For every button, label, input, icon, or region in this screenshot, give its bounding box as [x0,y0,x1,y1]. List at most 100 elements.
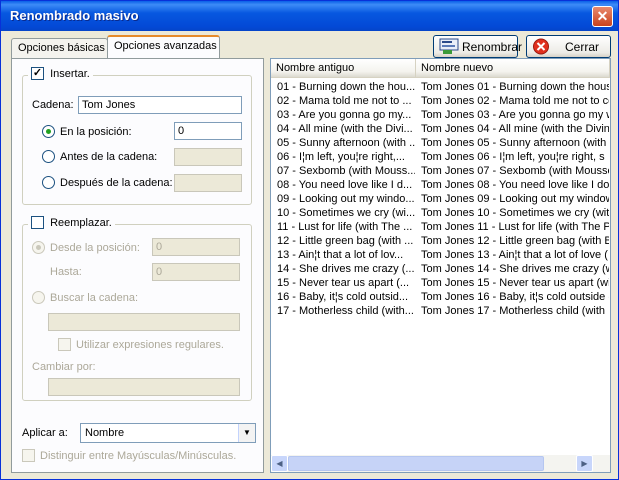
rename-button[interactable]: Renombrar [433,35,522,58]
table-row[interactable]: 13 - Ain¦t that a lot of lov... Tom Jones… [271,248,610,262]
apply-to-label: Aplicar a: [22,427,68,439]
new-name-cell: Tom Jones 10 - Sometimes we cry (with [421,207,609,219]
to-label: Hasta: [50,266,82,278]
replace-with-label: Cambiar por: [32,361,96,373]
from-position-input[interactable]: 0 [152,238,240,256]
table-row[interactable]: 05 - Sunny afternoon (with ... Tom Jones … [271,136,610,150]
table-row[interactable]: 15 - Never tear us apart (... Tom Jones 1… [271,276,610,290]
file-list-view[interactable]: Nombre antiguo Nombre nuevo 01 - Burning… [270,58,611,473]
table-row[interactable]: 09 - Looking out my windo... Tom Jones 09… [271,192,610,206]
new-name-cell: Tom Jones 03 - Are you gonna go my w [421,109,609,121]
old-name-cell: 10 - Sometimes we cry (wi... [277,207,415,219]
old-name-cell: 02 - Mama told me not to ... [277,95,412,107]
old-name-cell: 11 - Lust for life (with The ... [277,221,413,233]
old-name-cell: 07 - Sexbomb (with Mouss... [277,165,415,177]
after-string-input[interactable] [174,174,242,192]
horizontal-scroll-thumb[interactable] [288,456,544,471]
column-header-new-name[interactable]: Nombre nuevo [416,59,610,78]
table-row[interactable]: 01 - Burning down the hou... Tom Jones 01… [271,80,610,94]
insert-label: Insertar. [50,67,90,80]
list-header: Nombre antiguo Nombre nuevo [271,59,610,78]
insert-toggle[interactable]: ✓ Insertar. [28,67,93,80]
old-name-cell: 13 - Ain¦t that a lot of lov... [277,249,404,261]
new-name-cell: Tom Jones 07 - Sexbomb (with Mousse [421,165,609,177]
old-name-cell: 08 - You need love like I d... [277,179,413,191]
tab-opciones-basicas[interactable]: Opciones básicas [11,38,108,58]
table-row[interactable]: 02 - Mama told me not to ... Tom Jones 02… [271,94,610,108]
apply-to-select[interactable]: Nombre ▼ [80,423,256,443]
old-name-cell: 12 - Little green bag (with ... [277,235,414,247]
case-sensitive-label: Distinguir entre Mayúsculas/Minúsculas. [40,450,237,462]
string-input[interactable]: Tom Jones [78,96,242,114]
table-row[interactable]: 17 - Motherless child (with... Tom Jones … [271,304,610,318]
tab-panel: ✓ Insertar. Cadena: Tom Jones En la posi… [11,58,264,473]
chevron-down-icon[interactable]: ▼ [238,424,255,442]
tab-opciones-avanzadas[interactable]: Opciones avanzadas [107,35,220,58]
before-string-input[interactable] [174,148,242,166]
table-row[interactable]: 08 - You need love like I d... Tom Jones … [271,178,610,192]
window-title: Renombrado masivo [10,8,139,23]
table-row[interactable]: 07 - Sexbomb (with Mouss... Tom Jones 07 … [271,164,610,178]
old-name-cell: 03 - Are you gonna go my... [277,109,412,121]
new-name-cell: Tom Jones 16 - Baby, it¦s cold outside ( [421,291,609,303]
before-string-label: Antes de la cadena: [60,151,158,163]
after-string-label: Después de la cadena: [60,177,173,189]
scroll-right-icon[interactable]: ▶ [576,455,593,472]
replace-toggle[interactable]: Reemplazar. [28,216,115,229]
old-name-cell: 17 - Motherless child (with... [277,305,414,317]
old-name-cell: 14 - She drives me crazy (... [277,263,415,275]
at-position-radio[interactable] [42,125,55,138]
new-name-cell: Tom Jones 13 - Ain¦t that a lot of love … [421,249,608,261]
old-name-cell: 06 - I¦m left, you¦re right,... [277,151,405,163]
new-name-cell: Tom Jones 15 - Never tear us apart (wi [421,277,609,289]
scroll-left-icon[interactable]: ◀ [271,455,288,472]
close-window-icon[interactable]: ✕ [592,6,613,27]
table-row[interactable]: 11 - Lust for life (with The ... Tom Jone… [271,220,610,234]
dialog-window: Renombrado masivo ✕ Opciones básicas Opc… [0,0,619,480]
to-input[interactable]: 0 [152,263,240,281]
horizontal-scrollbar[interactable]: ◀ ▶ [271,455,610,472]
at-position-label: En la posición: [60,126,132,138]
new-name-cell: Tom Jones 06 - I¦m left, you¦re right, s [421,151,605,163]
replace-checkbox[interactable] [31,216,44,229]
table-row[interactable]: 14 - She drives me crazy (... Tom Jones 1… [271,262,610,276]
table-row[interactable]: 06 - I¦m left, you¦re right,... Tom Jones… [271,150,610,164]
regex-checkbox[interactable] [58,338,71,351]
old-name-cell: 09 - Looking out my windo... [277,193,415,205]
at-position-input[interactable]: 0 [174,122,242,140]
cancel-label: Cerrar [565,40,600,54]
old-name-cell: 16 - Baby, it¦s cold outsid... [277,291,409,303]
new-name-cell: Tom Jones 12 - Little green bag (with B [421,235,609,247]
before-string-radio[interactable] [42,150,55,163]
new-name-cell: Tom Jones 02 - Mama told me not to co [421,95,609,107]
search-string-label: Buscar la cadena: [50,292,139,304]
new-name-cell: Tom Jones 05 - Sunny afternoon (with [421,137,607,149]
table-row[interactable]: 04 - All mine (with the Divi... Tom Jones… [271,122,610,136]
new-name-cell: Tom Jones 04 - All mine (with the Divine [421,123,609,135]
table-row[interactable]: 03 - Are you gonna go my... Tom Jones 03 … [271,108,610,122]
case-sensitive-checkbox[interactable] [22,449,35,462]
tab-label: Opciones avanzadas [114,40,217,52]
search-string-input[interactable] [48,313,240,331]
table-row[interactable]: 16 - Baby, it¦s cold outsid... Tom Jones … [271,290,610,304]
from-position-label: Desde la posición: [50,242,140,254]
old-name-cell: 05 - Sunny afternoon (with ... [277,137,415,149]
after-string-radio[interactable] [42,176,55,189]
regex-label: Utilizar expresiones regulares. [76,339,224,351]
old-name-cell: 01 - Burning down the hou... [277,81,415,93]
title-bar[interactable]: Renombrado masivo ✕ [1,1,618,31]
search-string-radio[interactable] [32,291,45,304]
from-position-radio[interactable] [32,241,45,254]
new-name-cell: Tom Jones 14 - She drives me crazy (w [421,263,609,275]
cancel-button[interactable]: Cerrar [526,35,611,58]
cancel-icon [533,38,549,55]
column-header-old-name[interactable]: Nombre antiguo [271,59,416,78]
old-name-cell: 15 - Never tear us apart (... [277,277,410,289]
table-row[interactable]: 12 - Little green bag (with ... Tom Jones… [271,234,610,248]
replace-with-input[interactable] [48,378,240,396]
table-row[interactable]: 10 - Sometimes we cry (wi... Tom Jones 10… [271,206,610,220]
rename-icon [439,38,459,54]
insert-checkbox[interactable]: ✓ [31,67,44,80]
old-name-cell: 04 - All mine (with the Divi... [277,123,413,135]
string-label: Cadena: [32,99,74,111]
